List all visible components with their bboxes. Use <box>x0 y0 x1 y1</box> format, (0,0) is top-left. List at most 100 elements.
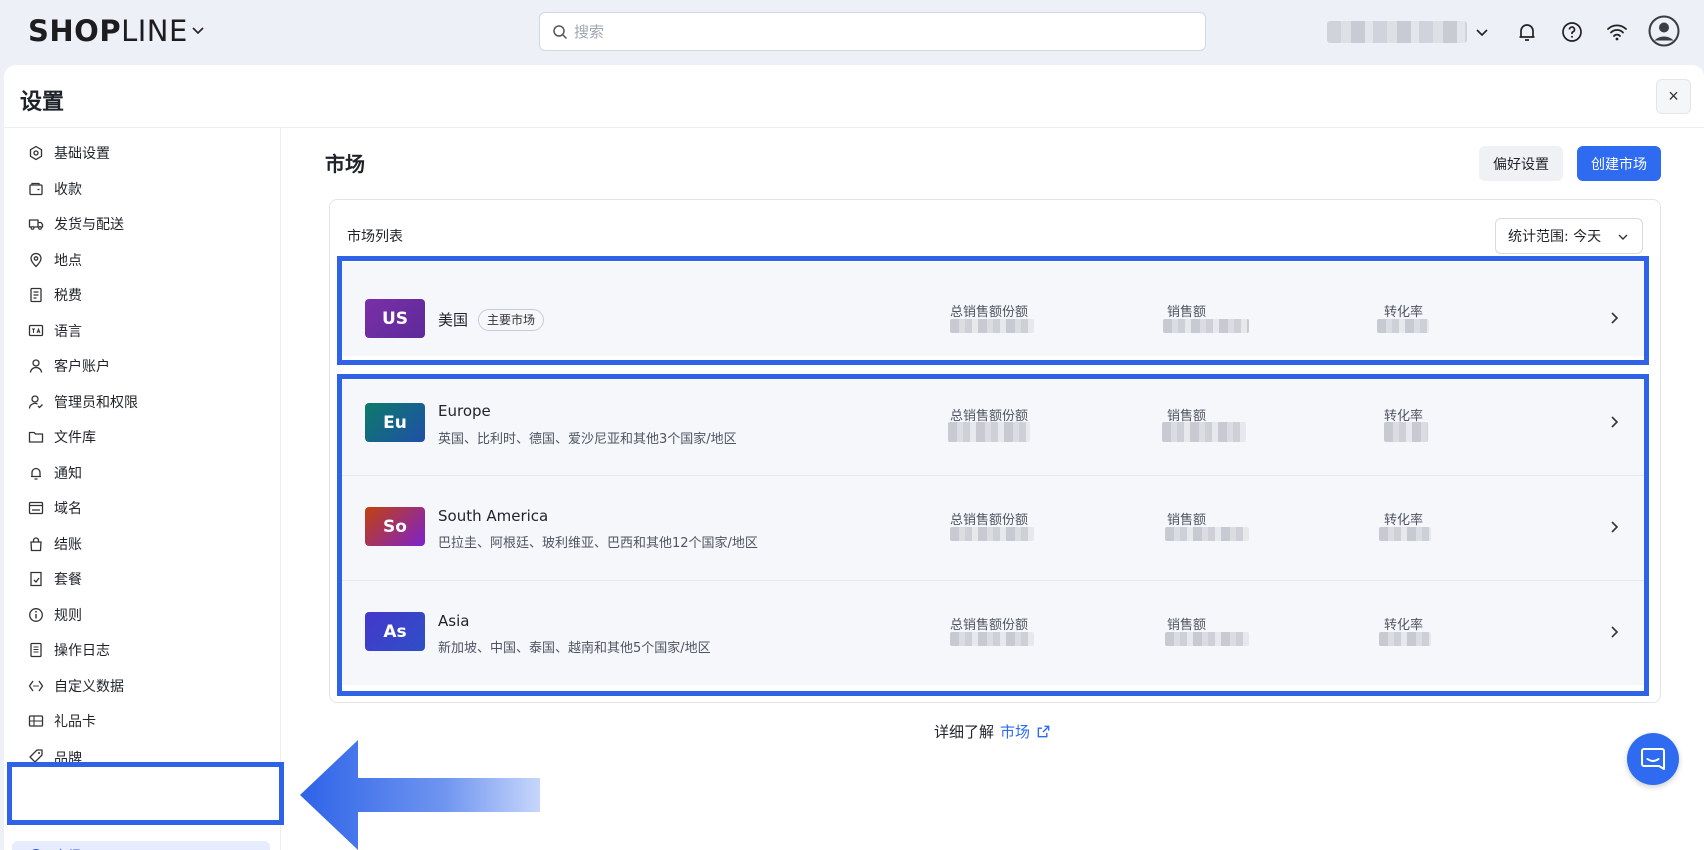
market-name: South America <box>438 507 549 525</box>
metric-value-redacted <box>1165 632 1249 646</box>
shopline-logo[interactable]: SHOPLINE <box>28 14 188 48</box>
sidebar-item-label: 操作日志 <box>54 643 110 659</box>
stats-range-select[interactable]: 统计范围: 今天 <box>1495 218 1643 254</box>
wallet-icon <box>29 182 43 195</box>
sidebar-item-label: 语言 <box>54 323 82 340</box>
metric-label: 销售额 <box>1167 513 1207 528</box>
sidebar-item-taxes[interactable]: 税费 <box>12 280 270 310</box>
metric-label: 销售额 <box>1167 305 1207 320</box>
sidebar-item-custom-data[interactable]: 自定义数据 <box>12 671 270 701</box>
metric-value-redacted <box>1377 319 1429 333</box>
chevron-right-icon[interactable] <box>1606 624 1622 640</box>
user-icon <box>29 359 43 373</box>
language-icon <box>28 324 44 336</box>
chevron-down-icon[interactable] <box>1474 24 1490 40</box>
sidebar-item-label: 规则 <box>54 607 82 624</box>
plan-icon <box>30 571 42 587</box>
sidebar-item-locations[interactable]: 地点 <box>12 245 270 275</box>
bell-icon <box>31 467 41 480</box>
sidebar-item-payments[interactable]: 收款 <box>12 174 270 204</box>
market-name: Europe <box>438 402 491 420</box>
chevron-down-icon[interactable] <box>190 22 206 38</box>
card-title: 市场列表 <box>347 229 403 245</box>
primary-market-tag: 主要市场 <box>478 309 545 331</box>
help-icon[interactable] <box>1560 20 1584 44</box>
bell-icon[interactable] <box>1515 20 1539 44</box>
metric-value-redacted <box>1384 422 1428 442</box>
sidebar-item-basic-settings[interactable]: 基础设置 <box>12 138 270 168</box>
info-icon <box>29 607 43 622</box>
chevron-right-icon[interactable] <box>1606 310 1622 326</box>
location-pin-icon <box>30 252 42 267</box>
chevron-right-icon[interactable] <box>1606 414 1622 430</box>
wifi-icon[interactable] <box>1605 20 1629 44</box>
metric-value-redacted <box>1379 632 1431 646</box>
preferences-button[interactable]: 偏好设置 <box>1479 146 1563 181</box>
learn-more-prefix: 详细了解 <box>934 723 995 741</box>
highlight-box-markets-nav <box>7 762 284 825</box>
metric-value-redacted <box>948 422 1030 442</box>
sidebar-item-plans[interactable]: 套餐 <box>12 564 270 594</box>
gear-icon <box>29 145 43 161</box>
metric-label: 转化率 <box>1384 618 1424 633</box>
metric-value-redacted <box>1163 319 1249 333</box>
settings-sidebar: 基础设置 收款 发货与配送 地点 税费 语言 客户账户 管理员和权限 文件库 通… <box>4 128 281 850</box>
sidebar-item-label: 自定义数据 <box>54 678 124 695</box>
metric-value-redacted <box>1165 527 1249 541</box>
sidebar-item-markets[interactable]: 市场 <box>12 841 270 850</box>
sidebar-item-activity-log[interactable]: 操作日志 <box>12 635 270 665</box>
sidebar-item-gift-cards[interactable]: 礼品卡 <box>12 706 270 736</box>
sidebar-item-label: 基础设置 <box>54 146 110 162</box>
sidebar-item-checkout[interactable]: 结账 <box>12 529 270 559</box>
sidebar-item-label: 域名 <box>54 501 82 517</box>
sidebar-item-languages[interactable]: 语言 <box>12 316 270 346</box>
market-badge: So <box>365 507 425 546</box>
sidebar-item-label: 市场 <box>54 846 82 850</box>
market-countries: 巴拉圭、阿根廷、玻利维亚、巴西和其他12个国家/地区 <box>438 536 758 551</box>
create-market-button[interactable]: 创建市场 <box>1577 146 1661 181</box>
sidebar-item-label: 收款 <box>54 181 82 198</box>
sidebar-item-shipping[interactable]: 发货与配送 <box>12 209 270 239</box>
search-bar[interactable] <box>539 12 1206 51</box>
close-button[interactable]: × <box>1656 79 1691 114</box>
market-badge: US <box>365 299 425 338</box>
metric-value-redacted <box>1379 527 1431 541</box>
top-bar: SHOPLINE <box>0 0 1704 64</box>
sidebar-item-notifications[interactable]: 通知 <box>12 458 270 488</box>
sidebar-item-label: 品牌 <box>54 750 82 762</box>
metric-value-redacted <box>1162 422 1246 442</box>
market-name: 美国 <box>438 311 469 329</box>
sidebar-item-brand[interactable]: 品牌 <box>12 742 270 762</box>
sidebar-item-customer-accounts[interactable]: 客户账户 <box>12 351 270 381</box>
folder-icon <box>28 431 44 443</box>
metric-label: 总销售额份额 <box>950 305 1029 320</box>
avatar-icon[interactable] <box>1648 15 1680 47</box>
sidebar-item-admins-permissions[interactable]: 管理员和权限 <box>12 387 270 417</box>
chevron-down-icon <box>1618 234 1628 240</box>
sidebar-item-domains[interactable]: 域名 <box>12 493 270 523</box>
external-link-icon[interactable] <box>1036 724 1051 739</box>
sidebar-item-label: 税费 <box>54 288 82 304</box>
sidebar-item-label: 通知 <box>54 465 82 482</box>
chevron-right-icon[interactable] <box>1606 519 1622 535</box>
market-name: Asia <box>438 612 470 630</box>
search-input[interactable] <box>574 13 1194 50</box>
brand-icon <box>29 748 43 762</box>
sidebar-item-label: 结账 <box>54 536 82 553</box>
market-countries: 新加坡、中国、泰国、越南和其他5个国家/地区 <box>438 641 711 656</box>
metric-label: 转化率 <box>1384 513 1424 528</box>
metric-label: 销售额 <box>1167 618 1207 633</box>
sidebar-item-policies[interactable]: 规则 <box>12 600 270 630</box>
account-name-redacted[interactable] <box>1327 21 1467 43</box>
chat-support-button[interactable] <box>1627 733 1679 785</box>
learn-more-link[interactable]: 市场 <box>1000 721 1030 742</box>
metric-value-redacted <box>950 527 1034 541</box>
market-badge: As <box>365 612 425 651</box>
sidebar-item-files[interactable]: 文件库 <box>12 422 270 452</box>
sidebar-item-label: 管理员和权限 <box>54 394 138 411</box>
code-icon <box>28 680 44 691</box>
market-badge: Eu <box>365 403 425 442</box>
pointer-arrow-icon <box>300 740 540 850</box>
market-countries: 英国、比利时、德国、爱沙尼亚和其他3个国家/地区 <box>438 432 737 447</box>
metric-label: 总销售额份额 <box>950 618 1029 633</box>
